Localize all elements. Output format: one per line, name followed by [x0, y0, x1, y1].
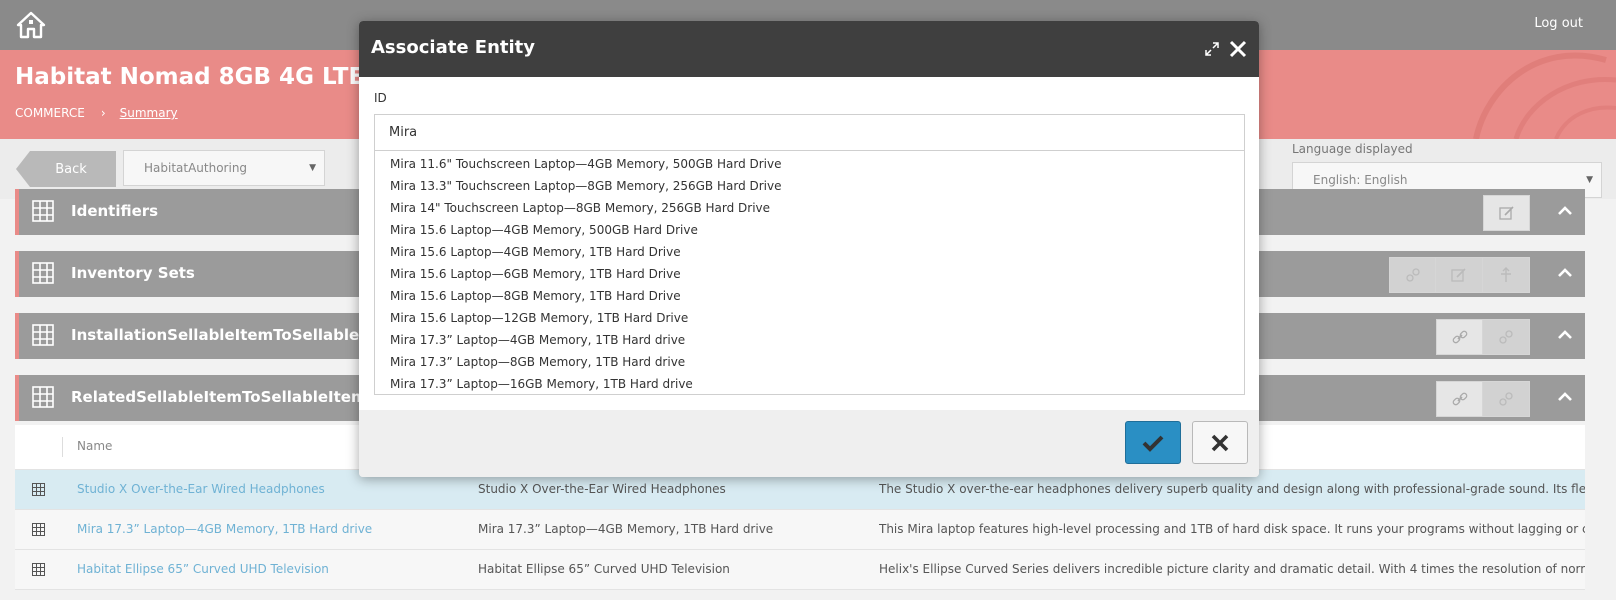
disassociate-button[interactable] [1389, 257, 1436, 293]
id-input[interactable] [374, 114, 1245, 151]
confirm-button[interactable] [1125, 421, 1181, 464]
section-actions [1389, 257, 1530, 293]
row-display-name: Studio X Over-the-Ear Wired Headphones [478, 482, 726, 496]
edit-button[interactable] [1483, 195, 1530, 231]
autocomplete-item[interactable]: Mira 15.6 Laptop—4GB Memory, 1TB Hard Dr… [375, 241, 1244, 263]
language-label: Language displayed [1292, 142, 1413, 156]
section-title: InstallationSellableItemToSellableItem [71, 326, 398, 344]
breadcrumb-current[interactable]: Summary [120, 106, 178, 120]
close-icon [1211, 434, 1229, 451]
column-header-name[interactable]: Name [77, 439, 112, 453]
autocomplete-item[interactable]: Mira 14" Touchscreen Laptop—8GB Memory, … [375, 197, 1244, 219]
catalog-select[interactable]: HabitatAuthoring ▼ [123, 150, 325, 186]
transfer-button[interactable] [1483, 257, 1530, 293]
grid-icon [32, 483, 45, 496]
row-name-link[interactable]: Habitat Ellipse 65” Curved UHD Televisio… [77, 562, 329, 576]
autocomplete-list: Mira 11.6" Touchscreen Laptop—4GB Memory… [374, 151, 1245, 395]
grid-icon [32, 262, 54, 284]
table-row[interactable]: Mira 17.3” Laptop—4GB Memory, 1TB Hard d… [15, 510, 1585, 550]
autocomplete-item[interactable]: Mira 15.6 Laptop—12GB Memory, 1TB Hard D… [375, 307, 1244, 329]
section-title: Inventory Sets [71, 264, 195, 282]
row-name-link[interactable]: Mira 17.3” Laptop—4GB Memory, 1TB Hard d… [77, 522, 372, 536]
chevron-up-icon[interactable] [1555, 387, 1575, 407]
autocomplete-item[interactable]: Mira 17.3” Laptop—8GB Memory, 1TB Hard d… [375, 351, 1244, 373]
section-actions [1436, 319, 1530, 355]
dialog-body: ID Mira 11.6" Touchscreen Laptop—4GB Mem… [359, 77, 1259, 410]
grid-icon [32, 523, 45, 536]
move-icon [1501, 267, 1511, 282]
id-label: ID [374, 91, 387, 105]
row-description: This Mira laptop features high-level pro… [879, 522, 1585, 536]
chevron-down-icon: ▼ [1586, 175, 1593, 185]
grid-icon [32, 386, 54, 408]
section-title: Identifiers [71, 202, 159, 220]
link-icon [1452, 392, 1467, 406]
section-actions [1483, 195, 1530, 231]
autocomplete-item[interactable]: Mira 15.6 Laptop—8GB Memory, 1TB Hard Dr… [375, 285, 1244, 307]
associate-button[interactable] [1436, 319, 1483, 355]
row-description: The Studio X over-the-ear headphones del… [879, 482, 1585, 496]
table-row[interactable]: Habitat Ellipse 65” Curved UHD Televisio… [15, 550, 1585, 590]
page-title: Habitat Nomad 8GB 4G LTE [15, 64, 365, 90]
cancel-button[interactable] [1192, 421, 1248, 464]
grid-icon [32, 200, 54, 222]
checkmark-icon [1142, 435, 1164, 452]
row-name-link[interactable]: Studio X Over-the-Ear Wired Headphones [77, 482, 325, 496]
associate-button[interactable] [1436, 381, 1483, 417]
back-button[interactable]: Back [16, 151, 116, 187]
autocomplete-item[interactable]: Mira 11.6" Touchscreen Laptop—4GB Memory… [375, 153, 1244, 175]
dialog-header: Associate Entity [359, 21, 1259, 77]
section-actions [1436, 381, 1530, 417]
chevron-down-icon: ▼ [309, 163, 316, 173]
header-decoration [1473, 52, 1616, 139]
unlink-icon [1499, 392, 1513, 406]
chevron-up-icon[interactable] [1555, 263, 1575, 283]
autocomplete-item[interactable]: Mira 15.6 Laptop—6GB Memory, 1TB Hard Dr… [375, 263, 1244, 285]
section-title: RelatedSellableItemToSellableItem [71, 388, 367, 406]
chevron-up-icon[interactable] [1555, 325, 1575, 345]
grid-icon [32, 563, 45, 576]
autocomplete-item[interactable]: Mira 17.3” Laptop—4GB Memory, 1TB Hard d… [375, 329, 1244, 351]
breadcrumb: COMMERCE › Summary [15, 106, 178, 120]
logout-link[interactable]: Log out [1534, 16, 1583, 31]
edit-icon [1498, 206, 1514, 220]
edit-button[interactable] [1436, 257, 1483, 293]
unlink-icon [1499, 330, 1513, 344]
autocomplete-item[interactable]: Mira 15.6 Laptop—4GB Memory, 500GB Hard … [375, 219, 1244, 241]
disassociate-button[interactable] [1483, 319, 1530, 355]
row-display-name: Habitat Ellipse 65” Curved UHD Televisio… [478, 562, 730, 576]
catalog-select-value: HabitatAuthoring [144, 161, 248, 175]
expand-icon[interactable] [1205, 42, 1219, 56]
chevron-up-icon[interactable] [1555, 201, 1575, 221]
home-icon[interactable] [16, 10, 46, 40]
autocomplete-item[interactable]: Mira 17.3” Laptop—16GB Memory, 1TB Hard … [375, 373, 1244, 395]
row-description: Helix's Ellipse Curved Series delivers i… [879, 562, 1585, 576]
breadcrumb-root[interactable]: COMMERCE [15, 106, 85, 120]
breadcrumb-separator-icon: › [100, 106, 106, 120]
link-icon [1452, 330, 1467, 344]
unlink-icon [1405, 268, 1420, 282]
close-icon[interactable] [1228, 39, 1248, 59]
dialog-title: Associate Entity [371, 37, 536, 58]
associate-entity-dialog: Associate Entity ID Mira 11.6" Touchscre… [359, 21, 1259, 477]
edit-icon [1451, 268, 1466, 282]
language-select-value: English: English [1313, 173, 1408, 187]
row-display-name: Mira 17.3” Laptop—4GB Memory, 1TB Hard d… [478, 522, 774, 536]
disassociate-button[interactable] [1483, 381, 1530, 417]
column-divider [62, 437, 63, 457]
grid-icon [32, 324, 54, 346]
dialog-footer [359, 410, 1259, 477]
autocomplete-item[interactable]: Mira 13.3" Touchscreen Laptop—8GB Memory… [375, 175, 1244, 197]
